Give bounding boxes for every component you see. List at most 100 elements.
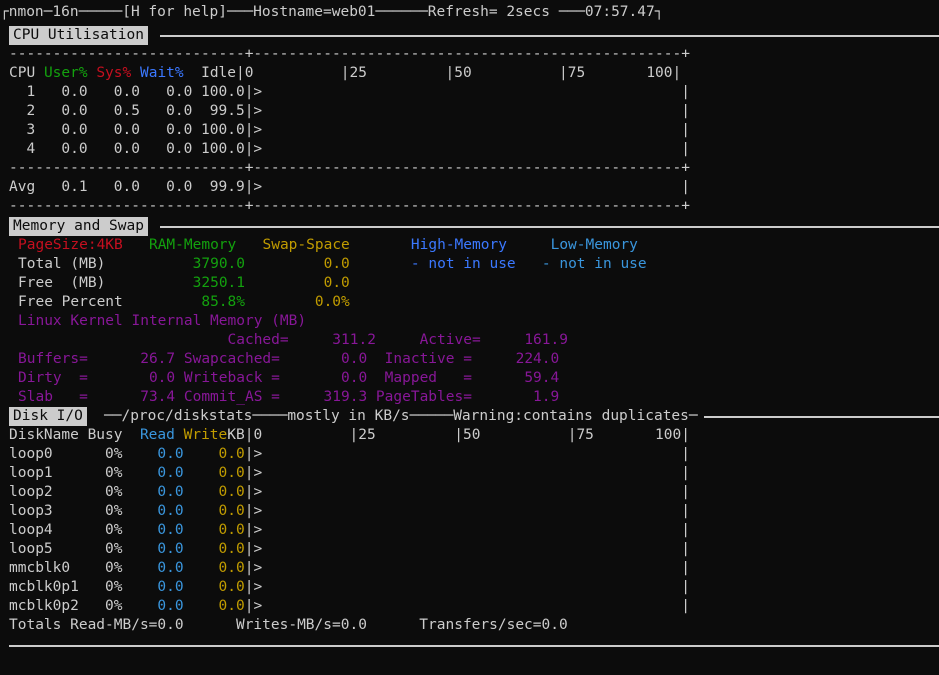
- cpu-col-user: User%: [43, 65, 88, 81]
- disk-read: 0.0: [157, 503, 184, 519]
- disk-row: mcblk0p1 0% 0.0 0.0|> |: [9, 578, 690, 597]
- bottom-rule: [9, 645, 939, 647]
- disk-col-write: Write: [174, 427, 228, 443]
- cpu-col-wait: Wait%: [139, 65, 184, 81]
- free-percent-label: Free Percent: [18, 294, 123, 310]
- cpu-col-cpu: CPU: [9, 65, 36, 81]
- cpu-col-idle-scale: Idle|0 |25 |50 |75 100|: [183, 65, 682, 81]
- disk-busy: 0%: [105, 541, 158, 557]
- disk-row: loop4 0% 0.0 0.0|> |: [9, 521, 690, 540]
- disk-row: loop3 0% 0.0 0.0|> |: [9, 502, 690, 521]
- disk-write: 0.0: [183, 484, 245, 500]
- low-memory-status: - not in use: [541, 256, 647, 272]
- disk-row: loop1 0% 0.0 0.0|> |: [9, 464, 690, 483]
- disk-name: loop2: [9, 484, 106, 500]
- free-ram-value: 3250.1: [192, 275, 246, 291]
- disk-write: 0.0: [183, 560, 245, 576]
- disk-read: 0.0: [157, 465, 184, 481]
- disk-bar: |> |: [244, 579, 690, 595]
- disk-bar: |> |: [244, 503, 690, 519]
- disk-read: 0.0: [157, 446, 184, 462]
- nmon-terminal: ┌nmon─16n─────[H for help]───Hostname=we…: [0, 0, 939, 675]
- disk-busy: 0%: [105, 560, 158, 576]
- disk-row: mmcblk0 0% 0.0 0.0|> |: [9, 559, 690, 578]
- kernel-memory-title: Linux Kernel Internal Memory (MB): [18, 313, 307, 329]
- disk-write: 0.0: [183, 522, 245, 538]
- disk-busy: 0%: [105, 579, 158, 595]
- disk-read: 0.0: [157, 598, 184, 614]
- cpu-separator-top: ---------------------------+------------…: [9, 46, 690, 62]
- disk-row: loop0 0% 0.0 0.0|> |: [9, 445, 690, 464]
- memory-total-row: Total (MB) 3790.0 0.0 - not in use - not…: [18, 255, 647, 274]
- cpu-row: 3 0.0 0.0 0.0 100.0|> |: [9, 122, 690, 138]
- memory-header-row: PageSize:4KB RAM-Memory Swap-Space High-…: [18, 236, 638, 255]
- disk-read: 0.0: [157, 579, 184, 595]
- disk-busy: 0%: [105, 484, 158, 500]
- disk-bar: |> |: [244, 446, 690, 462]
- disk-col-name-busy: DiskName Busy: [9, 427, 140, 443]
- disk-write: 0.0: [183, 503, 245, 519]
- disk-read: 0.0: [157, 560, 184, 576]
- disk-write: 0.0: [183, 541, 245, 557]
- disk-read: 0.0: [157, 541, 184, 557]
- disk-write: 0.0: [183, 465, 245, 481]
- disk-col-read: Read: [139, 427, 175, 443]
- ram-memory-label: RAM-Memory: [148, 237, 237, 253]
- disk-busy: 0%: [105, 446, 158, 462]
- free-percent-ram: 85.8%: [201, 294, 245, 310]
- disk-col-scale: KB|0 |25 |50 |75 100|: [227, 427, 690, 443]
- cpu-row: 4 0.0 0.0 0.0 100.0|> |: [9, 141, 690, 157]
- disk-bar: |> |: [244, 598, 690, 614]
- total-swap-value: 0.0: [323, 256, 350, 272]
- disk-read: 0.0: [157, 484, 184, 500]
- cpu-col-sys: Sys%: [96, 65, 132, 81]
- title-bar: ┌nmon─16n─────[H for help]───Hostname=we…: [0, 4, 664, 20]
- disk-write: 0.0: [183, 598, 245, 614]
- cpu-row: 2 0.0 0.5 0.0 99.5|> |: [9, 103, 690, 119]
- low-memory-label: Low-Memory: [550, 237, 638, 253]
- disk-busy: 0%: [105, 465, 158, 481]
- disk-busy: 0%: [105, 598, 158, 614]
- disk-write: 0.0: [183, 579, 245, 595]
- disk-name: loop3: [9, 503, 106, 519]
- disk-row: mcblk0p2 0% 0.0 0.0|> |: [9, 597, 690, 616]
- disk-section-title-rest: ──/proc/diskstats────mostly in KB/s─────…: [104, 408, 698, 424]
- disk-bar: |> |: [244, 560, 690, 576]
- disk-name: loop4: [9, 522, 106, 538]
- cpu-header-row: CPU User% Sys% Wait% Idle|0 |25 |50 |75 …: [9, 64, 681, 83]
- memory-section-header: Memory and Swap: [9, 217, 148, 236]
- high-memory-status: - not in use: [410, 256, 516, 272]
- disk-row: loop2 0% 0.0 0.0|> |: [9, 483, 690, 502]
- disk-bar: |> |: [244, 484, 690, 500]
- disk-section-rule: [704, 416, 939, 418]
- total-ram-value: 3790.0: [192, 256, 246, 272]
- disk-bar: |> |: [244, 541, 690, 557]
- free-swap-value: 0.0: [323, 275, 350, 291]
- disk-row: loop5 0% 0.0 0.0|> |: [9, 540, 690, 559]
- cpu-separator-mid: ---------------------------+------------…: [9, 160, 690, 176]
- disk-read: 0.0: [157, 522, 184, 538]
- kernel-memory-row: Dirty = 0.0 Writeback = 0.0 Mapped = 59.…: [18, 370, 560, 386]
- disk-write: 0.0: [183, 446, 245, 462]
- disk-section-header: Disk I/O: [9, 407, 87, 426]
- memory-section-rule: [160, 226, 939, 228]
- disk-header-row: DiskName Busy Read WriteKB|0 |25 |50 |75…: [9, 426, 690, 445]
- cpu-section-rule: [160, 35, 939, 37]
- high-memory-label: High-Memory: [410, 237, 507, 253]
- swap-space-label: Swap-Space: [262, 237, 350, 253]
- memory-free-percent-row: Free Percent 85.8% 0.0%: [18, 293, 350, 312]
- free-label: Free (MB): [18, 275, 106, 291]
- cpu-section-header: CPU Utilisation: [9, 26, 148, 45]
- disk-busy: 0%: [105, 522, 158, 538]
- disk-name: mcblk0p2: [9, 598, 106, 614]
- kernel-memory-row: Buffers= 26.7 Swapcached= 0.0 Inactive =…: [18, 351, 560, 367]
- disk-bar: |> |: [244, 522, 690, 538]
- cpu-row: 1 0.0 0.0 0.0 100.0|> |: [9, 84, 690, 100]
- free-percent-swap: 0.0%: [314, 294, 350, 310]
- memory-free-row: Free (MB) 3250.1 0.0: [18, 274, 350, 293]
- disk-totals: Totals Read-MB/s=0.0 Writes-MB/s=0.0 Tra…: [9, 617, 568, 633]
- cpu-separator-bottom: ---------------------------+------------…: [9, 198, 690, 214]
- disk-name: mmcblk0: [9, 560, 106, 576]
- disk-busy: 0%: [105, 503, 158, 519]
- disk-name: mcblk0p1: [9, 579, 106, 595]
